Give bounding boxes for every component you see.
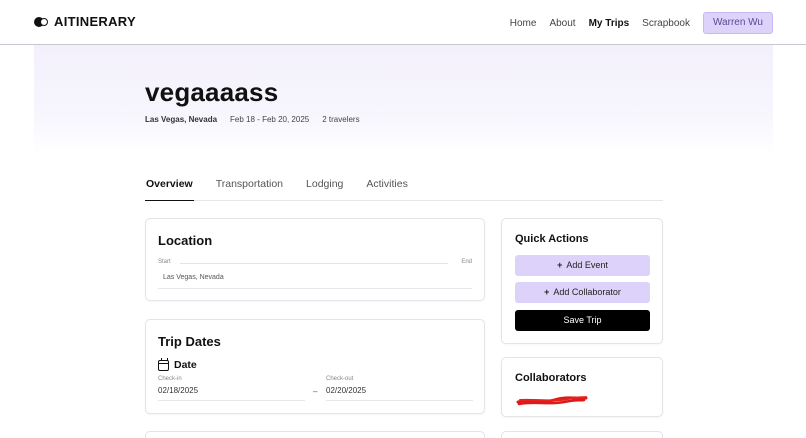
main-nav: Home About My Trips Scrapbook Warren Wu <box>510 12 773 34</box>
trip-dates-card: Trip Dates Date Check-in 02/18/2025 – Ch… <box>145 319 485 414</box>
tab-overview[interactable]: Overview <box>145 177 194 201</box>
quick-actions-card: Quick Actions + Add Event + Add Collaborat… <box>501 218 663 344</box>
date-separator: – <box>313 387 318 396</box>
add-event-button[interactable]: + Add Event <box>515 255 650 276</box>
add-collaborator-button[interactable]: + Add Collaborator <box>515 282 650 303</box>
date-subheading-label: Date <box>174 359 197 371</box>
trip-location: Las Vegas, Nevada <box>145 115 218 124</box>
checkin-field[interactable]: Check-in 02/18/2025 <box>158 376 305 401</box>
collaborators-card: Collaborators <box>501 357 663 417</box>
brand-name: AITINERARY <box>54 14 136 29</box>
user-menu-button[interactable]: Warren Wu <box>702 12 773 34</box>
location-field[interactable]: Las Vegas, Nevada <box>158 274 472 289</box>
trip-tabs: Overview Transportation Lodging Activiti… <box>145 177 663 201</box>
trip-dates-card-title: Trip Dates <box>158 334 221 349</box>
tab-transportation[interactable]: Transportation <box>215 177 284 201</box>
checkin-label: Check-in <box>158 376 182 382</box>
calendar-icon <box>158 357 169 371</box>
route-start-label: Start <box>158 259 171 265</box>
checkout-field[interactable]: Check-out 02/20/2025 <box>326 376 473 401</box>
tab-lodging[interactable]: Lodging <box>305 177 344 201</box>
tab-activities[interactable]: Activities <box>365 177 408 201</box>
nav-home[interactable]: Home <box>510 13 537 34</box>
additional-card <box>145 431 485 438</box>
trip-dates: Feb 18 - Feb 20, 2025 <box>230 115 310 124</box>
redacted-collaborator-scribble <box>516 396 588 406</box>
nav-my-trips[interactable]: My Trips <box>589 13 630 34</box>
nav-scrapbook[interactable]: Scrapbook <box>642 13 690 34</box>
plus-icon: + <box>557 260 563 270</box>
checkout-label: Check-out <box>326 376 354 382</box>
route-end-label: End <box>461 259 472 265</box>
add-collaborator-label: Add Collaborator <box>553 287 621 297</box>
top-navbar: AITINERARY Home About My Trips Scrapbook… <box>0 0 806 45</box>
collaborators-title: Collaborators <box>515 372 587 384</box>
logo-icon <box>34 16 48 27</box>
nav-about[interactable]: About <box>549 13 575 34</box>
checkout-value[interactable]: 02/20/2025 <box>326 386 473 395</box>
location-card: Location Start End Las Vegas, Nevada <box>145 218 485 301</box>
add-event-label: Add Event <box>566 260 608 270</box>
brand-logo[interactable]: AITINERARY <box>34 14 136 29</box>
trip-title: vegaaaass <box>145 77 279 107</box>
route-indicator: Start End <box>158 259 472 269</box>
date-subheading: Date <box>158 357 197 371</box>
trip-travelers: 2 travelers <box>322 115 360 124</box>
quick-actions-title: Quick Actions <box>515 233 589 245</box>
trip-meta: Las Vegas, Nevada Feb 18 - Feb 20, 2025 … <box>145 115 360 124</box>
plus-icon: + <box>544 287 550 297</box>
additional-side-card <box>501 431 663 438</box>
location-card-title: Location <box>158 233 213 248</box>
save-trip-button[interactable]: Save Trip <box>515 310 650 331</box>
route-line <box>180 263 448 264</box>
checkin-value[interactable]: 02/18/2025 <box>158 386 305 395</box>
